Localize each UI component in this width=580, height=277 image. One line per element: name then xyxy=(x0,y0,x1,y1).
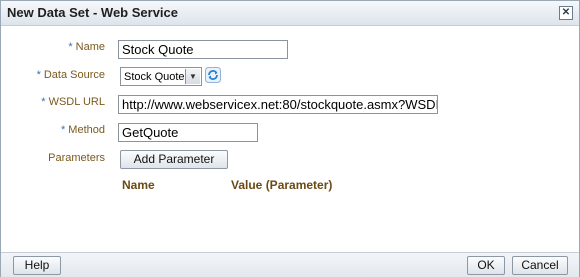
required-marker: * xyxy=(61,124,66,136)
dialog-footer: Help OK Cancel xyxy=(1,252,579,277)
chevron-down-icon[interactable]: ▼ xyxy=(185,69,200,84)
close-icon[interactable]: ✕ xyxy=(559,6,573,20)
dialog-titlebar: New Data Set - Web Service ✕ xyxy=(1,1,579,26)
datasource-selected-value: Stock Quote xyxy=(124,71,185,83)
cancel-button[interactable]: Cancel xyxy=(512,256,568,275)
datasource-select[interactable]: Stock Quote ▼ xyxy=(120,67,202,86)
wsdl-label: * WSDL URL xyxy=(9,96,105,108)
ok-button[interactable]: OK xyxy=(467,256,505,275)
name-label: * Name xyxy=(9,41,105,53)
column-header-value: Value (Parameter) xyxy=(231,178,333,192)
method-field[interactable]: GetQuote xyxy=(118,123,258,142)
wsdl-label-text: WSDL URL xyxy=(48,96,105,108)
name-label-text: Name xyxy=(75,41,105,53)
web-service-dialog: New Data Set - Web Service ✕ * Name Stock… xyxy=(0,0,580,277)
required-marker: * xyxy=(68,41,73,53)
method-label-text: Method xyxy=(68,124,105,136)
wsdl-url-field[interactable]: http://www.webservicex.net:80/stockquote… xyxy=(118,95,438,114)
column-header-name: Name xyxy=(122,178,155,192)
help-button[interactable]: Help xyxy=(13,256,61,275)
datasource-label: * Data Source xyxy=(9,69,105,81)
required-marker: * xyxy=(41,96,46,108)
refresh-icon[interactable] xyxy=(205,67,221,83)
parameters-label: Parameters xyxy=(48,152,105,164)
method-label: * Method xyxy=(9,124,105,136)
add-parameter-button[interactable]: Add Parameter xyxy=(120,150,228,169)
datasource-label-text: Data Source xyxy=(43,69,105,81)
required-marker: * xyxy=(36,69,41,81)
dialog-title: New Data Set - Web Service xyxy=(7,5,178,20)
name-field[interactable]: Stock Quote xyxy=(118,40,288,59)
